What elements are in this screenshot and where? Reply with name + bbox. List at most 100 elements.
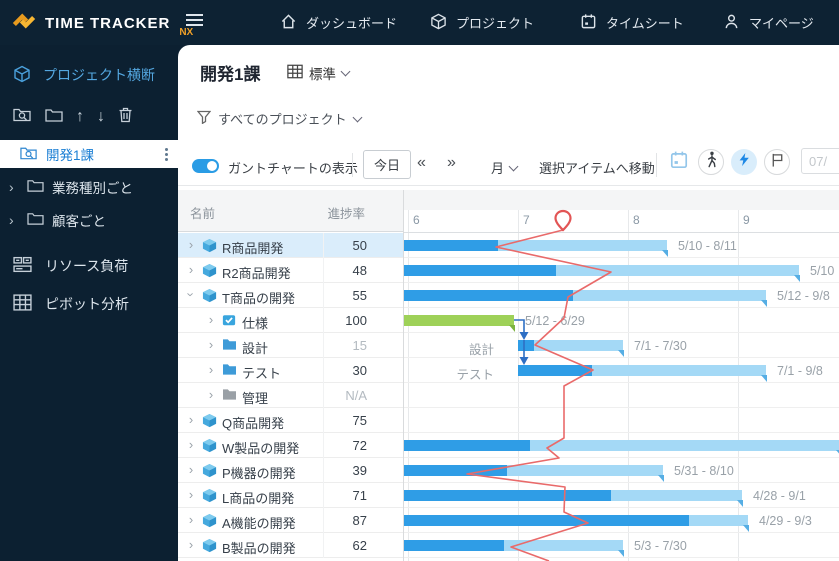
logo-title: TIME TRACKER	[45, 15, 171, 32]
today-button[interactable]: 今日	[363, 150, 412, 179]
gantt-header-strip	[404, 190, 839, 210]
table-row[interactable]: › テスト 30	[178, 358, 403, 383]
chevron-collapsed-icon[interactable]: ›	[186, 513, 196, 526]
bar-date-label: 4/28 - 9/1	[753, 489, 806, 503]
prev-page-button[interactable]: «	[417, 154, 426, 172]
table-row[interactable]: › B製品の開発 62	[178, 533, 403, 558]
task-table: 名前 進捗率 › R商品開発 50 › R2商品開発 48 › T商品の開発 55 › 仕様 100 ›…	[178, 190, 403, 561]
gantt-bar[interactable]	[518, 340, 624, 357]
project-filter[interactable]: すべてのプロジェクト	[196, 109, 363, 128]
gantt-bar-progress	[404, 265, 556, 276]
chevron-collapsed-icon[interactable]: ›	[186, 413, 196, 426]
gantt-bar-progress	[404, 315, 514, 326]
task-progress: 39	[352, 463, 367, 478]
trash-icon[interactable]	[118, 107, 133, 128]
flag-button[interactable]	[764, 149, 790, 175]
table-row[interactable]: › 設計 15	[178, 333, 403, 358]
task-progress: 71	[352, 488, 367, 503]
critical-path-button[interactable]	[698, 149, 724, 175]
home-icon	[280, 13, 297, 33]
gantt-bar[interactable]	[404, 515, 749, 532]
chevron-collapsed-icon[interactable]: ›	[186, 438, 196, 451]
app-logo[interactable]: TIME TRACKER NX	[10, 7, 193, 40]
table-row[interactable]: › A機能の開発 87	[178, 508, 403, 533]
table-row[interactable]: › P機器の開発 39	[178, 458, 403, 483]
more-menu-icon[interactable]	[165, 147, 168, 161]
flag-icon	[770, 152, 785, 173]
chevron-collapsed-icon[interactable]: ›	[206, 363, 216, 376]
nav-item-dashboard[interactable]: ダッシュボード	[280, 0, 397, 45]
gantt-bar[interactable]	[404, 440, 839, 457]
gantt-bar[interactable]	[404, 290, 767, 307]
pin-date-input[interactable]	[801, 148, 839, 174]
table-row[interactable]: › W製品の開発 72	[178, 433, 403, 458]
arrow-down-icon[interactable]: ↓	[97, 109, 105, 125]
sidebar-item-by-customer[interactable]: › 顧客ごと	[0, 206, 178, 234]
gantt-bar-progress	[518, 340, 534, 351]
folder-icon	[223, 389, 236, 400]
table-row[interactable]: › R商品開発 50	[178, 233, 403, 258]
calendar-marker-button[interactable]	[666, 149, 692, 175]
chevron-expanded-icon[interactable]: ›	[184, 290, 199, 300]
chevron-collapsed-icon[interactable]: ›	[206, 313, 216, 326]
bar-date-label: 5/3 - 7/30	[634, 539, 687, 553]
table-row[interactable]: › T商品の開発 55	[178, 283, 403, 308]
gantt-bar[interactable]	[404, 265, 800, 282]
sidebar-item-pivot-analysis[interactable]: ピボット分析	[0, 288, 178, 320]
task-name: 設計	[242, 341, 269, 356]
cube-icon	[202, 513, 217, 528]
table-row[interactable]: › R2商品開発 48	[178, 258, 403, 283]
progress-line-button[interactable]	[731, 149, 757, 175]
table-row[interactable]: › L商品の開発 71	[178, 483, 403, 508]
table-row[interactable]: › 管理 N/A	[178, 383, 403, 408]
sidebar-item-resource-load[interactable]: リソース負荷	[0, 250, 178, 282]
gantt-bar[interactable]	[404, 540, 624, 557]
task-progress: 62	[352, 538, 367, 553]
gantt-visibility-toggle[interactable]	[192, 159, 219, 173]
calendar-icon	[669, 150, 689, 175]
task-name: 管理	[242, 391, 269, 406]
toolbar-divider	[656, 153, 657, 177]
view-selector[interactable]: 標準	[287, 63, 351, 83]
cube-icon	[202, 488, 217, 503]
task-name: A機能の開発	[222, 516, 296, 531]
arrow-up-icon[interactable]: ↑	[76, 109, 84, 125]
month-label: 8	[633, 213, 640, 227]
hamburger-menu-icon[interactable]	[186, 14, 203, 28]
chevron-collapsed-icon[interactable]: ›	[186, 463, 196, 476]
chevron-collapsed-icon[interactable]: ›	[206, 338, 216, 351]
table-row[interactable]: › Q商品開発 75	[178, 408, 403, 433]
search-folder-icon[interactable]	[13, 106, 32, 128]
gantt-bar-progress	[404, 240, 498, 251]
filter-funnel-icon	[196, 110, 212, 127]
sidebar-item-dev1[interactable]: 開発1課	[0, 140, 178, 168]
gantt-bar[interactable]	[404, 490, 743, 507]
chevron-down-icon	[508, 161, 519, 171]
chevron-collapsed-icon[interactable]: ›	[186, 238, 196, 251]
cube-icon	[202, 288, 217, 303]
move-to-selection-button[interactable]: 選択アイテムへ移動	[539, 158, 655, 177]
chevron-collapsed-icon[interactable]: ›	[186, 538, 196, 551]
gantt-bar[interactable]	[404, 465, 664, 482]
gantt-bar-complete[interactable]	[404, 315, 515, 332]
table-row[interactable]: › 仕様 100	[178, 308, 403, 333]
folder-icon	[223, 339, 236, 350]
cube-icon	[202, 438, 217, 453]
cube-outline-icon	[13, 65, 31, 86]
nav-item-timesheet[interactable]: タイムシート	[580, 0, 684, 45]
chevron-collapsed-icon[interactable]: ›	[186, 488, 196, 501]
next-page-button[interactable]: »	[447, 154, 456, 172]
gantt-bar[interactable]	[404, 240, 668, 257]
walker-icon	[704, 151, 719, 173]
sidebar-item-by-worktype[interactable]: › 業務種別ごと	[0, 173, 178, 201]
sidebar-section-projects[interactable]: プロジェクト横断	[0, 60, 178, 90]
nav-item-mypage[interactable]: マイページ	[723, 0, 814, 45]
chevron-collapsed-icon[interactable]: ›	[206, 388, 216, 401]
gantt-bar[interactable]	[518, 365, 767, 382]
folder-icon[interactable]	[45, 107, 63, 128]
cube-icon	[202, 238, 217, 253]
time-scale-selector[interactable]: 月	[491, 158, 519, 177]
gantt-row	[404, 408, 839, 433]
nav-item-project[interactable]: プロジェクト	[430, 0, 534, 45]
chevron-collapsed-icon[interactable]: ›	[186, 263, 196, 276]
